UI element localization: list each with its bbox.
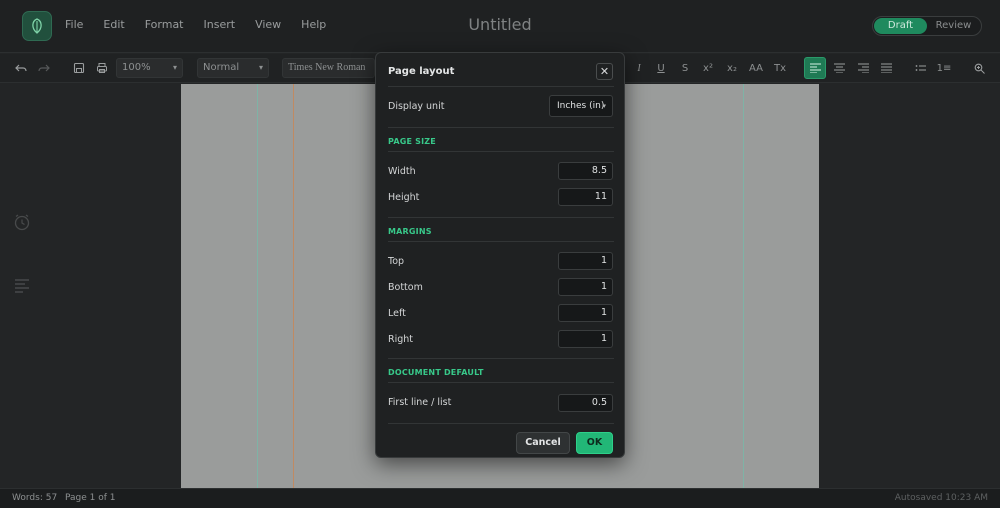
width-label: Width (388, 166, 416, 177)
left-margin-input[interactable]: 1 (558, 304, 613, 322)
dialog-title: Page layout (388, 66, 455, 77)
right-margin-label: Right (388, 334, 414, 345)
bottom-margin-input[interactable]: 1 (558, 278, 613, 296)
height-input[interactable]: 11 (558, 188, 613, 206)
divider (388, 151, 614, 152)
chevron-down-icon: ▾ (602, 102, 606, 110)
autosave-status: Autosaved 10:23 AM (894, 493, 988, 503)
height-label: Height (388, 192, 420, 203)
divider (388, 86, 614, 87)
display-unit-value: Inches (in) (557, 101, 605, 111)
width-input[interactable]: 8.5 (558, 162, 613, 180)
ok-button[interactable]: OK (576, 432, 613, 454)
divider (388, 127, 614, 128)
divider (388, 217, 614, 218)
divider (388, 382, 614, 383)
display-unit-label: Display unit (388, 101, 445, 112)
page-layout-dialog: Page layout ✕ Display unit Inches (in) ▾… (375, 52, 625, 458)
bottom-margin-label: Bottom (388, 282, 423, 293)
top-margin-input[interactable]: 1 (558, 252, 613, 270)
page-count: Page 1 of 1 (65, 493, 116, 503)
status-bar: Words: 57 Page 1 of 1 Autosaved 10:23 AM (0, 488, 1000, 508)
page-size-heading: PAGE SIZE (388, 137, 436, 146)
top-margin-label: Top (388, 256, 405, 267)
cancel-button[interactable]: Cancel (516, 432, 570, 454)
divider (388, 241, 614, 242)
right-margin-input[interactable]: 1 (558, 330, 613, 348)
divider (388, 423, 614, 424)
close-icon[interactable]: ✕ (596, 63, 613, 80)
first-line-input[interactable]: 0.5 (558, 394, 613, 412)
display-unit-select[interactable]: Inches (in) ▾ (549, 95, 613, 117)
left-margin-label: Left (388, 308, 406, 319)
document-default-heading: DOCUMENT DEFAULT (388, 368, 484, 377)
word-count: Words: 57 (12, 493, 58, 503)
divider (388, 358, 614, 359)
first-line-label: First line / list (388, 397, 452, 408)
margins-heading: MARGINS (388, 227, 432, 236)
